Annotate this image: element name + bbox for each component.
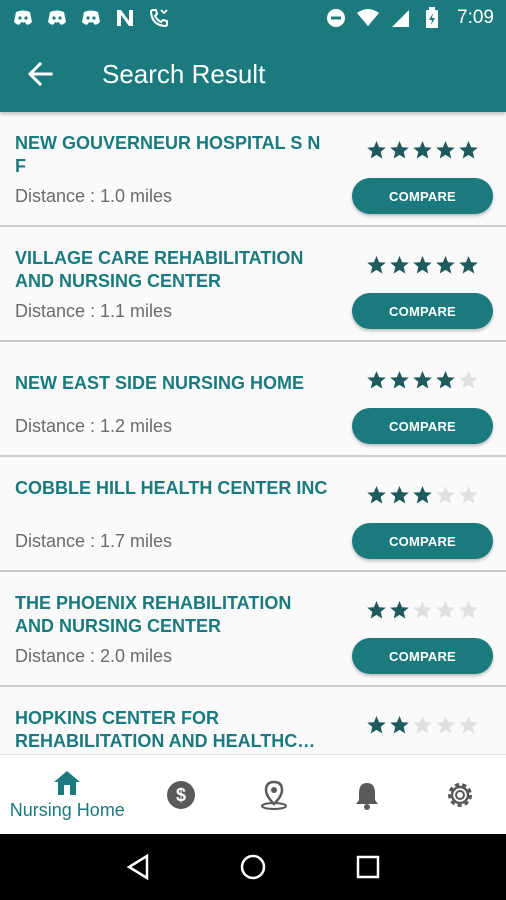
star-filled-icon — [390, 486, 409, 504]
star-filled-icon — [413, 141, 432, 159]
facility-name: COBBLE HILL HEALTH CENTER INC — [15, 478, 328, 498]
n-app-icon — [114, 7, 136, 29]
status-time: 7:09 — [457, 7, 494, 28]
nav-label-nursing-home: Nursing Home — [9, 799, 125, 820]
wifi-icon — [357, 7, 380, 29]
facility-distance: Distance : 1.7 miles — [15, 531, 173, 551]
discord-icon — [12, 7, 34, 29]
star-filled-icon — [367, 141, 386, 159]
triangle-back-icon — [126, 853, 148, 881]
facility-distance: Distance : 2.0 miles — [15, 646, 173, 666]
star-rating — [366, 485, 479, 506]
page-title: Search Result — [102, 58, 266, 89]
square-recents-icon — [357, 855, 380, 879]
facility-distance: Distance : 1.1 miles — [15, 301, 173, 321]
list-item[interactable]: COBBLE HILL HEALTH CENTER INC Distance :… — [0, 457, 506, 572]
star-filled-icon — [390, 371, 409, 389]
star-empty-icon — [436, 716, 455, 734]
star-filled-icon — [367, 486, 386, 504]
nav-item-notifications[interactable] — [320, 755, 413, 834]
star-filled-icon — [413, 371, 432, 389]
facility-name: HOPKINS CENTER FOR REHABILITATION AND HE… — [15, 708, 316, 751]
facility-distance: Distance : 1.2 miles — [15, 416, 173, 436]
star-empty-icon — [459, 486, 478, 504]
compare-button[interactable]: COMPARE — [352, 638, 493, 674]
system-back-button[interactable] — [118, 847, 158, 887]
star-rating — [366, 255, 479, 276]
system-icons: 7:09 — [325, 7, 494, 29]
results-list[interactable]: NEW GOUVERNEUR HOSPITAL S N F Distance :… — [0, 112, 506, 754]
back-button[interactable] — [0, 36, 80, 112]
star-rating — [366, 370, 479, 391]
home-icon — [54, 770, 81, 795]
notification-icons — [12, 7, 170, 29]
facility-distance: Distance : 1.0 miles — [15, 186, 173, 206]
star-empty-icon — [413, 601, 432, 619]
star-empty-icon — [459, 371, 478, 389]
star-filled-icon — [436, 256, 455, 274]
location-pin-icon — [260, 780, 287, 810]
discord-icon — [80, 7, 102, 29]
nav-item-nursing-home[interactable]: Nursing Home — [0, 755, 135, 834]
bottom-navigation: Nursing Home $ — [0, 754, 506, 834]
list-item[interactable]: NEW EAST SIDE NURSING HOME Distance : 1.… — [0, 342, 506, 457]
system-navigation-bar — [0, 834, 506, 900]
facility-name: THE PHOENIX REHABILITATION AND NURSING C… — [15, 593, 292, 636]
star-filled-icon — [459, 141, 478, 159]
star-empty-icon — [459, 716, 478, 734]
star-filled-icon — [459, 256, 478, 274]
compare-button[interactable]: COMPARE — [352, 178, 493, 214]
star-rating — [366, 600, 479, 621]
circle-home-icon — [240, 854, 266, 880]
compare-button[interactable]: COMPARE — [352, 293, 493, 329]
list-item[interactable]: THE PHOENIX REHABILITATION AND NURSING C… — [0, 572, 506, 687]
star-filled-icon — [367, 371, 386, 389]
compare-button[interactable]: COMPARE — [352, 523, 493, 559]
star-filled-icon — [390, 256, 409, 274]
compare-button[interactable]: COMPARE — [352, 408, 493, 444]
star-rating — [366, 140, 479, 161]
star-filled-icon — [413, 486, 432, 504]
gear-icon — [447, 782, 472, 807]
star-empty-icon — [436, 486, 455, 504]
system-home-button[interactable] — [233, 847, 273, 887]
nav-item-settings[interactable] — [413, 755, 506, 834]
list-item[interactable]: VILLAGE CARE REHABILITATION AND NURSING … — [0, 227, 506, 342]
nav-item-map[interactable] — [227, 755, 320, 834]
star-filled-icon — [367, 716, 386, 734]
star-empty-icon — [436, 601, 455, 619]
discord-icon — [46, 7, 68, 29]
screen: 7:09 Search Result NEW GOUVERNEUR HOSPIT… — [0, 0, 506, 900]
star-rating — [366, 715, 479, 736]
facility-name: NEW GOUVERNEUR HOSPITAL S N F — [15, 133, 321, 176]
star-filled-icon — [390, 141, 409, 159]
star-filled-icon — [367, 601, 386, 619]
star-filled-icon — [413, 256, 432, 274]
facility-name: VILLAGE CARE REHABILITATION AND NURSING … — [15, 248, 304, 291]
svg-text:$: $ — [176, 785, 186, 805]
list-item[interactable]: HOPKINS CENTER FOR REHABILITATION AND HE… — [0, 687, 506, 754]
star-filled-icon — [390, 601, 409, 619]
star-empty-icon — [413, 716, 432, 734]
star-filled-icon — [436, 141, 455, 159]
dollar-icon: $ — [167, 780, 196, 809]
bell-icon — [355, 782, 378, 810]
list-item[interactable]: NEW GOUVERNEUR HOSPITAL S N F Distance :… — [0, 112, 506, 227]
nav-item-cost[interactable]: $ — [135, 755, 228, 834]
battery-icon — [421, 7, 443, 29]
status-bar: 7:09 — [0, 0, 506, 36]
do-not-disturb-icon — [325, 7, 347, 29]
signal-icon — [389, 7, 411, 29]
arrow-back-icon — [27, 61, 53, 87]
phone-missed-icon — [148, 7, 170, 29]
system-recents-button[interactable] — [348, 847, 388, 887]
app-bar: Search Result — [0, 36, 506, 112]
star-filled-icon — [390, 716, 409, 734]
star-filled-icon — [436, 371, 455, 389]
star-filled-icon — [367, 256, 386, 274]
star-empty-icon — [459, 601, 478, 619]
facility-name: NEW EAST SIDE NURSING HOME — [15, 373, 305, 393]
